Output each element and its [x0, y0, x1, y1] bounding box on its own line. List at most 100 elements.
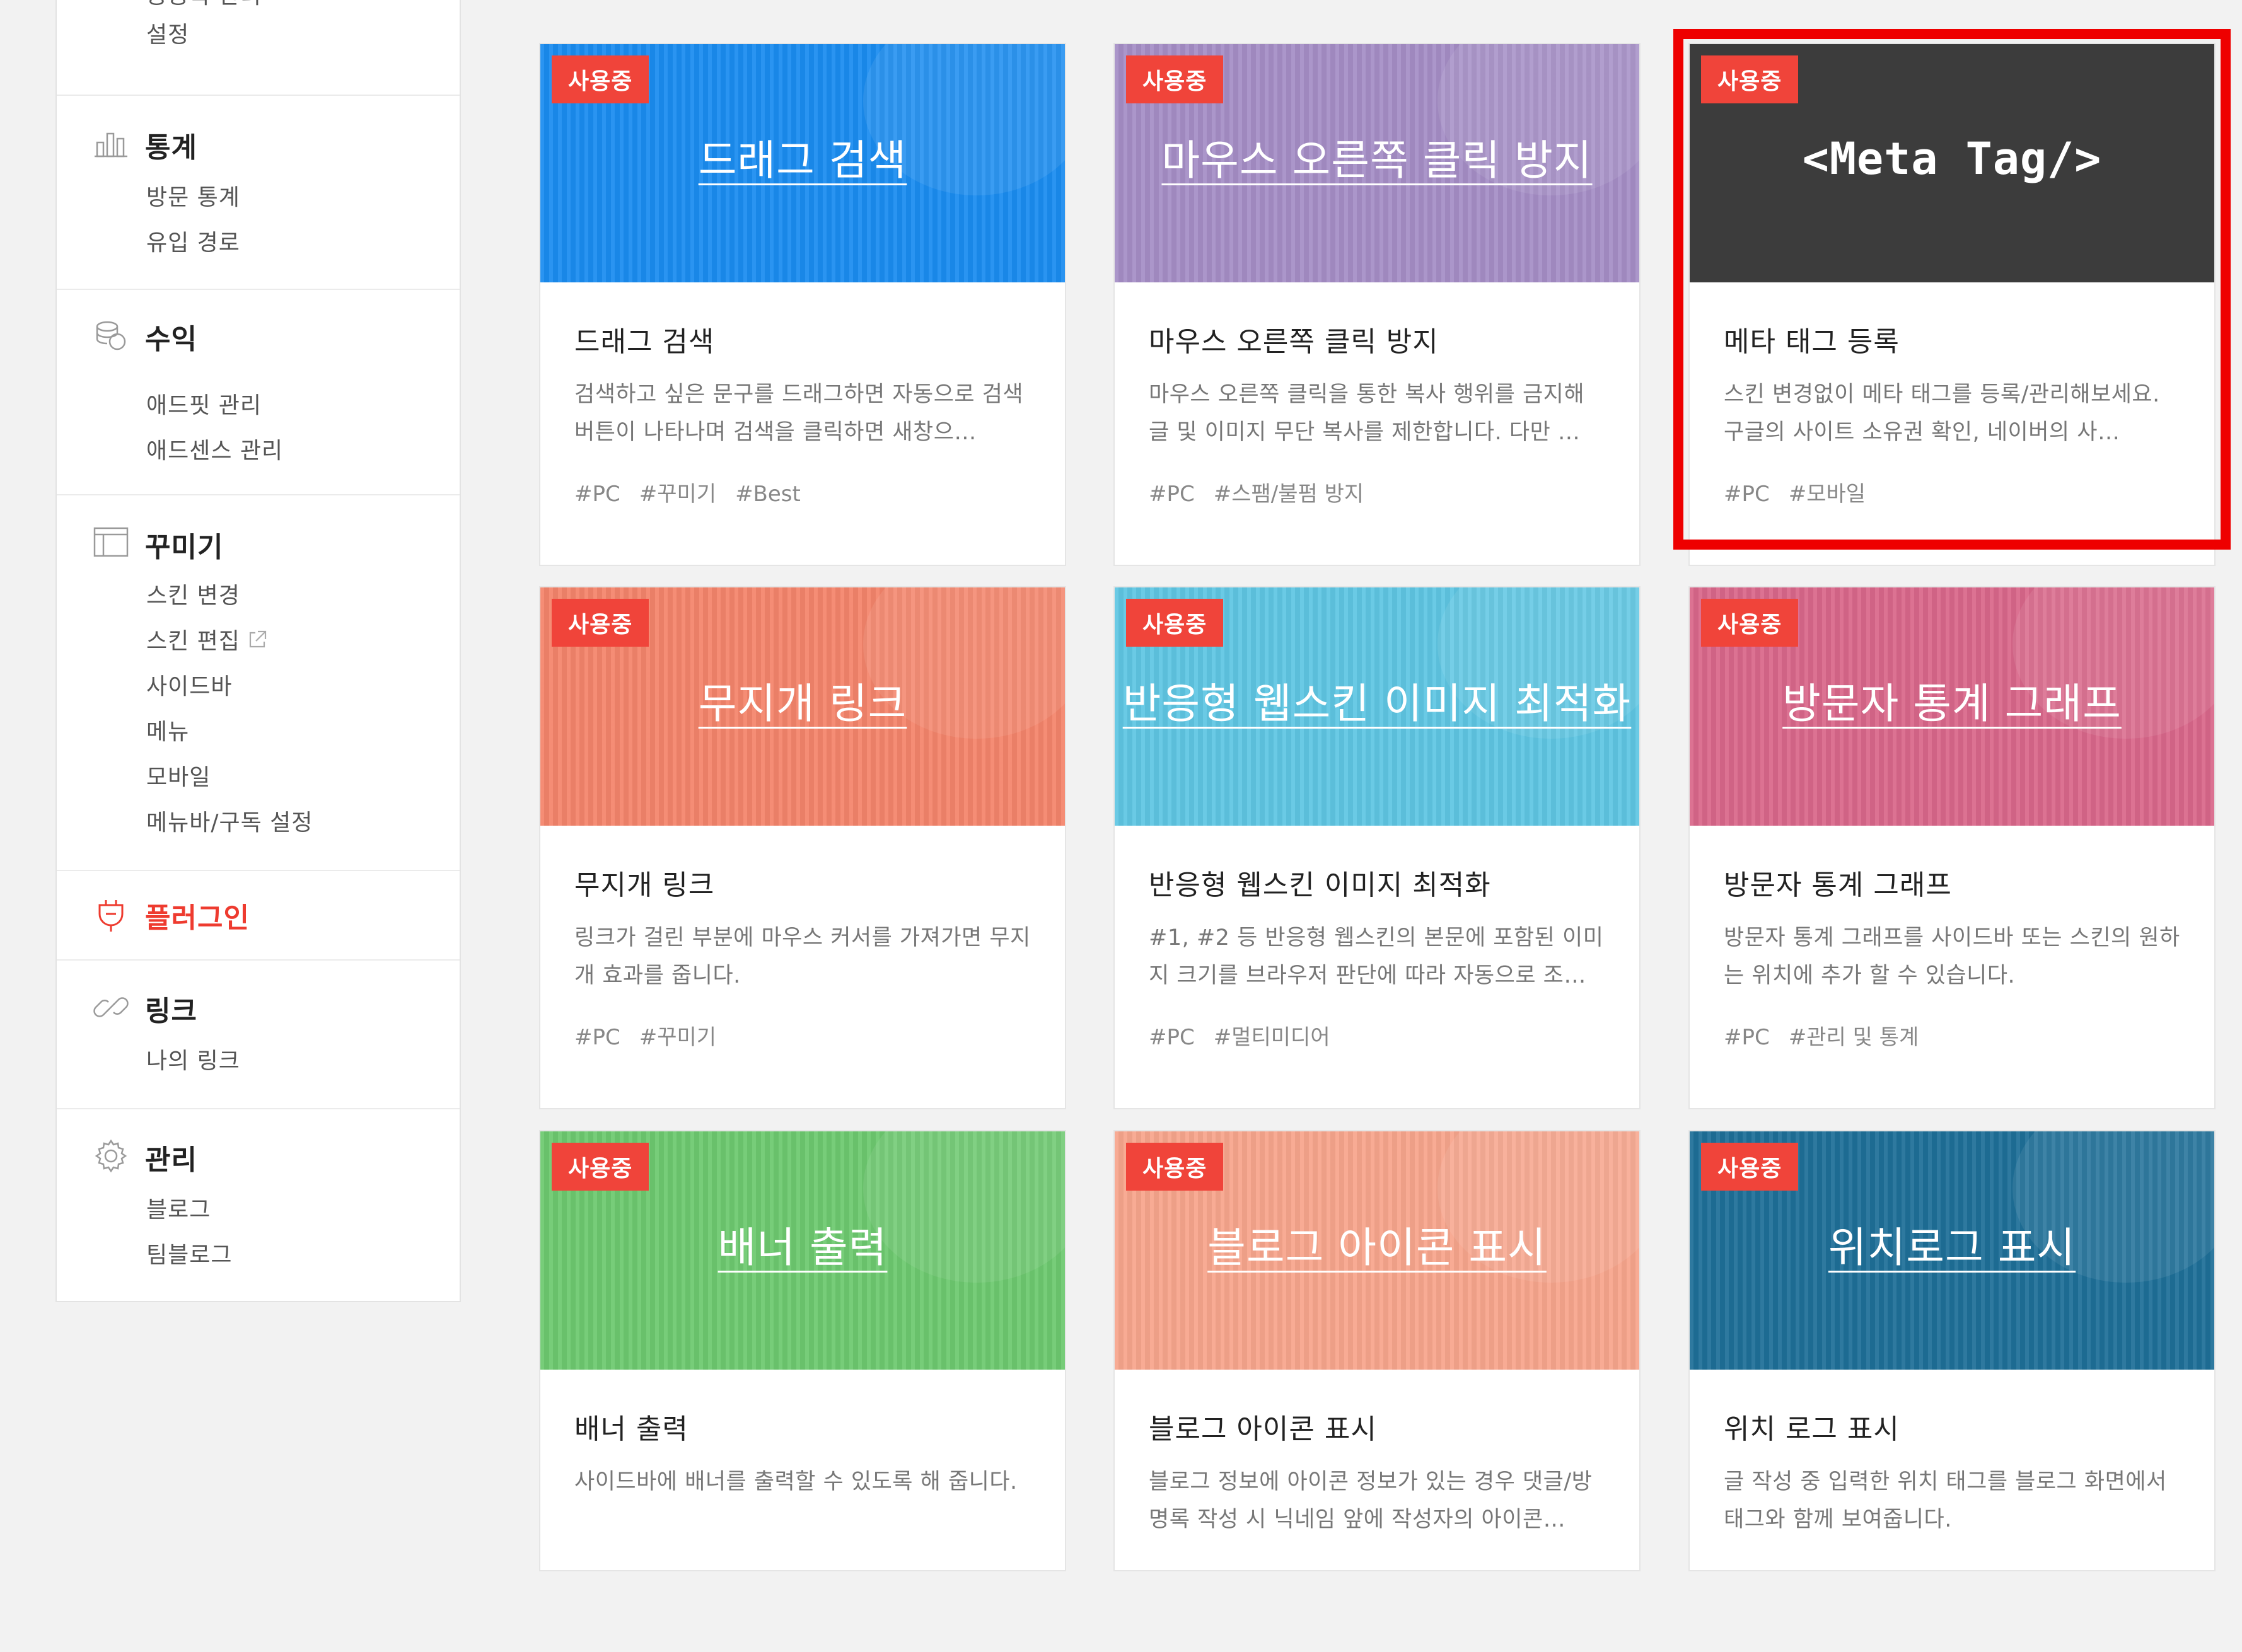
plugin-card-right-click-block[interactable]: 사용중 마우스 오른쪽 클릭 방지 마우스 오른쪽 클릭 방지 마우스 오른쪽 클릭을…: [1113, 43, 1641, 566]
plugin-card-banner[interactable]: 사용중 배너 출력배너 출력사이드바에 배너를 출력할 수 있도록 해 줍니다.: [539, 1130, 1066, 1571]
plugin-tag[interactable]: #관리 및 통계: [1789, 1025, 1919, 1050]
plugin-name[interactable]: 반응형 웹스킨 이미지 최적화: [1149, 862, 1605, 903]
plugin-description: 글 작성 중 입력한 위치 태그를 블로그 화면에서 태그와 함께 보여줍니다.: [1724, 1469, 2167, 1532]
sidebar-section-plugin: 플러그인: [57, 871, 460, 961]
link-icon: [92, 988, 130, 1026]
plugin-name[interactable]: 마우스 오른쪽 클릭 방지: [1149, 319, 1605, 359]
plugin-card-body: 드래그 검색 검색하고 싶은 문구를 드래그하면 자동으로 검색 버튼이 나타나며…: [540, 282, 1065, 565]
plugin-card-meta-tag[interactable]: 사용중 <Meta Tag/> 메타 태그 등록 스킨 변경없이 메타 태그를 등록/…: [1688, 43, 2216, 566]
plugin-tag[interactable]: #PC: [1149, 482, 1195, 507]
sidebar-section-design: 꾸미기 스킨 변경 스킨 편집 사이드바 메뉴 모바일 메뉴바/구독 설정: [57, 495, 460, 871]
thumbnail-title: <Meta Tag/>: [1802, 133, 2102, 185]
plugin-name[interactable]: 드래그 검색: [574, 319, 1031, 359]
sidebar-item-settings[interactable]: 설정: [146, 16, 189, 49]
plugin-name[interactable]: 위치 로그 표시: [1724, 1406, 2180, 1447]
plugin-tags: #PC #멀티미디어: [1149, 1020, 1605, 1051]
sidebar-item-mobile[interactable]: 모바일: [146, 759, 211, 792]
thumbnail-title: 블로그 아이콘 표시: [1207, 1223, 1547, 1272]
sidebar-item-team-blog[interactable]: 팀블로그: [146, 1237, 232, 1269]
bar-chart-icon: [92, 124, 130, 161]
in-use-badge: 사용중: [1701, 599, 1799, 647]
sidebar-item-menubar[interactable]: 메뉴바/구독 설정: [146, 804, 313, 837]
plugin-name[interactable]: 배너 출력: [574, 1406, 1031, 1447]
plugin-description: 방문자 통계 그래프를 사이드바 또는 스킨의 원하는 위치에 추가 할 수 있…: [1724, 925, 2180, 988]
sidebar-section-manage: 관리 블로그 팀블로그: [57, 1109, 460, 1298]
sidebar-item-menu[interactable]: 메뉴: [146, 713, 189, 746]
plugin-tags: #PC #관리 및 통계: [1724, 1020, 2180, 1051]
in-use-badge: 사용중: [1126, 599, 1224, 647]
plugin-thumbnail[interactable]: 사용중방문자 통계 그래프: [1690, 587, 2214, 826]
plugin-thumbnail[interactable]: 사용중 마우스 오른쪽 클릭 방지: [1115, 44, 1639, 282]
sidebar-title-revenue[interactable]: 수익: [145, 316, 197, 357]
sidebar-item-visit-stats[interactable]: 방문 통계: [146, 179, 240, 212]
sidebar-item-partial[interactable]: 공공목 관리: [146, 0, 262, 10]
sidebar-item-skin-edit[interactable]: 스킨 편집: [146, 623, 268, 656]
plugin-tag[interactable]: #PC: [1724, 1025, 1770, 1050]
plugin-thumbnail[interactable]: 사용중 <Meta Tag/>: [1690, 44, 2214, 282]
plugin-card-drag-search[interactable]: 사용중 드래그 검색 드래그 검색 검색하고 싶은 문구를 드래그하면 자동으로 검색…: [539, 43, 1066, 566]
plugin-thumbnail[interactable]: 사용중반응형 웹스킨 이미지 최적화: [1115, 587, 1639, 826]
plugin-tag[interactable]: #PC: [574, 482, 620, 507]
sidebar-section-stats: 통계 방문 통계 유입 경로: [57, 96, 460, 290]
in-use-badge: 사용중: [1126, 1143, 1224, 1191]
plugin-tags: #PC #꾸미기: [574, 1020, 1031, 1051]
plugin-card-responsive-image[interactable]: 사용중 반응형 웹스킨 이미지 최적화 반응형 웹스킨 이미지 최적화 #1, #2 …: [1113, 586, 1641, 1109]
sidebar-item-my-link[interactable]: 나의 링크: [146, 1043, 240, 1075]
sidebar-title-design[interactable]: 꾸미기: [145, 524, 223, 565]
sidebar-title-link[interactable]: 링크: [145, 988, 197, 1029]
sidebar: 공공목 관리 설정 통계 방문 통계 유입 경로 수익 애드핏 관리 애드센스 …: [55, 0, 461, 1302]
sidebar-section-link: 링크 나의 링크: [57, 961, 460, 1109]
in-use-badge: 사용중: [552, 599, 649, 647]
plugin-thumbnail[interactable]: 사용중 배너 출력: [540, 1131, 1065, 1370]
plugin-card-blog-icon[interactable]: 사용중 블로그 아이콘 표시 블로그 아이콘 표시 블로그 정보에 아이콘 정보가 있…: [1113, 1130, 1641, 1571]
plugin-name[interactable]: 블로그 아이콘 표시: [1149, 1406, 1605, 1447]
plugin-name[interactable]: 메타 태그 등록: [1724, 319, 2180, 359]
sidebar-item-sidebar[interactable]: 사이드바: [146, 668, 232, 701]
plugin-card-body: 위치 로그 표시글 작성 중 입력한 위치 태그를 블로그 화면에서 태그와 함…: [1690, 1370, 2214, 1652]
sidebar-item-referrer[interactable]: 유입 경로: [146, 224, 240, 257]
coins-icon: [92, 315, 130, 353]
plugin-tag[interactable]: #모바일: [1789, 482, 1866, 507]
plugin-tag[interactable]: #PC: [574, 1025, 620, 1050]
plugin-card-body: 반응형 웹스킨 이미지 최적화 #1, #2 등 반응형 웹스킨의 본문에 포함된…: [1115, 826, 1639, 1108]
plugin-tags: #PC #모바일: [1724, 477, 2180, 507]
plugin-description: 사이드바에 배너를 출력할 수 있도록 해 줍니다.: [574, 1469, 1018, 1494]
plugin-name[interactable]: 방문자 통계 그래프: [1724, 862, 2180, 903]
sidebar-item-adfit[interactable]: 애드핏 관리: [146, 387, 262, 420]
plugin-card-body: 방문자 통계 그래프방문자 통계 그래프를 사이드바 또는 스킨의 원하는 위치…: [1690, 826, 2214, 1108]
plugin-card-rainbow-link[interactable]: 사용중 무지개 링크무지개 링크링크가 걸린 부분에 마우스 커서를 가져가면 무…: [539, 586, 1066, 1109]
in-use-badge: 사용중: [1701, 55, 1799, 103]
thumbnail-title: 드래그 검색: [698, 136, 907, 185]
plugin-thumbnail[interactable]: 사용중블로그 아이콘 표시: [1115, 1131, 1639, 1370]
plugin-tag[interactable]: #꾸미기: [639, 482, 716, 507]
sidebar-item-skin-change[interactable]: 스킨 변경: [146, 577, 240, 610]
plugin-tag[interactable]: #PC: [1149, 1025, 1195, 1050]
plugin-tag[interactable]: #Best: [735, 482, 801, 507]
sidebar-item-blog[interactable]: 블로그: [146, 1191, 211, 1224]
plugin-card-body: 블로그 아이콘 표시 블로그 정보에 아이콘 정보가 있는 경우 댓글/방명록 작…: [1115, 1370, 1639, 1652]
plugin-name[interactable]: 무지개 링크: [574, 862, 1031, 903]
in-use-badge: 사용중: [552, 1143, 649, 1191]
thumbnail-title: 반응형 웹스킨 이미지 최적화: [1122, 679, 1632, 728]
in-use-badge: 사용중: [1701, 1143, 1799, 1191]
sidebar-item-adsense[interactable]: 애드센스 관리: [146, 432, 283, 465]
plugin-thumbnail[interactable]: 사용중 무지개 링크: [540, 587, 1065, 826]
plugin-tag[interactable]: #꾸미기: [639, 1025, 716, 1050]
plugin-description: #1, #2 등 반응형 웹스킨의 본문에 포함된 이미지 크기를 브라우저 판…: [1149, 925, 1604, 988]
plugin-card-body: 메타 태그 등록 스킨 변경없이 메타 태그를 등록/관리해보세요. 구글의 사이…: [1690, 282, 2214, 565]
sidebar-title-plugin[interactable]: 플러그인: [145, 895, 250, 935]
thumbnail-title: 위치로그 표시: [1828, 1223, 2076, 1272]
sidebar-title-stats[interactable]: 통계: [145, 125, 197, 165]
plugin-thumbnail[interactable]: 사용중위치로그 표시: [1690, 1131, 2214, 1370]
plugin-tag[interactable]: #멀티미디어: [1214, 1025, 1330, 1050]
plugin-card-visitor-graph[interactable]: 사용중 방문자 통계 그래프 방문자 통계 그래프 방문자 통계 그래프를 사이드바 …: [1688, 586, 2216, 1109]
plug-icon: [92, 896, 130, 934]
thumbnail-title: 방문자 통계 그래프: [1782, 679, 2122, 728]
sidebar-title-manage[interactable]: 관리: [145, 1137, 197, 1177]
plugin-description: 링크가 걸린 부분에 마우스 커서를 가져가면 무지개 효과를 줍니다.: [574, 925, 1031, 988]
in-use-badge: 사용중: [1126, 55, 1224, 103]
plugin-card-location-log[interactable]: 사용중위치로그 표시위치 로그 표시글 작성 중 입력한 위치 태그를 블로그 …: [1688, 1130, 2216, 1571]
plugin-thumbnail[interactable]: 사용중 드래그 검색: [540, 44, 1065, 282]
plugin-tag[interactable]: #스팸/불펌 방지: [1214, 482, 1364, 507]
plugin-tag[interactable]: #PC: [1724, 482, 1770, 507]
